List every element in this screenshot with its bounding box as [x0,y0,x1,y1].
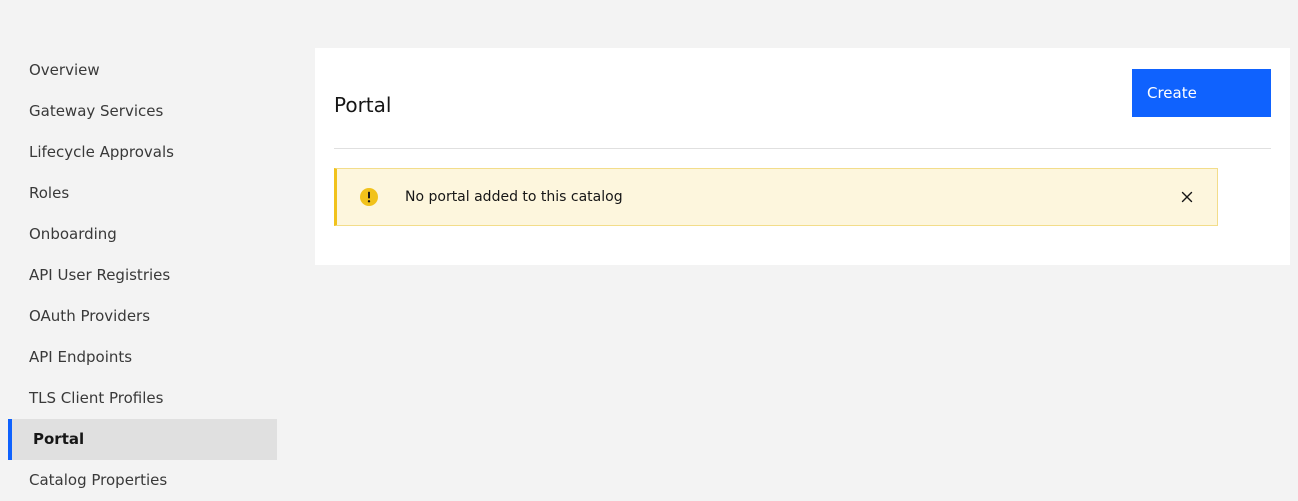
sidebar-item-overview[interactable]: Overview [8,50,277,91]
sidebar-nav: Overview Gateway Services Lifecycle Appr… [8,50,277,501]
create-button[interactable]: Create [1132,69,1271,117]
warning-notification: No portal added to this catalog [334,168,1218,226]
sidebar-item-gateway-services[interactable]: Gateway Services [8,91,277,132]
warning-icon [360,188,378,206]
sidebar-item-catalog-properties[interactable]: Catalog Properties [8,460,277,501]
sidebar-item-oauth-providers[interactable]: OAuth Providers [8,296,277,337]
portal-panel: Portal Create No portal added to this ca… [315,48,1290,265]
sidebar-item-portal[interactable]: Portal [8,419,277,460]
sidebar-item-tls-client-profiles[interactable]: TLS Client Profiles [8,378,277,419]
sidebar-item-api-user-registries[interactable]: API User Registries [8,255,277,296]
divider [334,148,1271,149]
notification-message: No portal added to this catalog [405,189,623,205]
sidebar-item-api-endpoints[interactable]: API Endpoints [8,337,277,378]
page-title: Portal [334,93,392,117]
sidebar-item-lifecycle-approvals[interactable]: Lifecycle Approvals [8,132,277,173]
sidebar-item-roles[interactable]: Roles [8,173,277,214]
sidebar-item-onboarding[interactable]: Onboarding [8,214,277,255]
close-icon[interactable] [1177,187,1197,207]
